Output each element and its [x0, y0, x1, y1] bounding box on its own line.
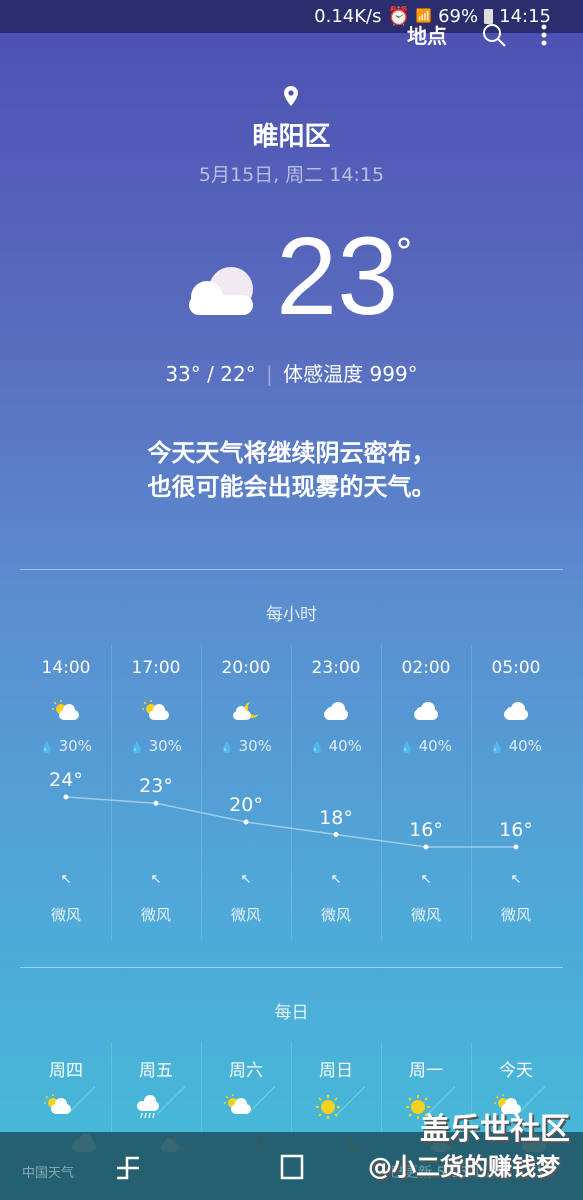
watermark-author: @小二货的赚钱梦 — [368, 1153, 560, 1181]
divider — [20, 967, 563, 968]
sun-icon — [313, 1094, 343, 1124]
temp-point — [153, 800, 159, 806]
home-button[interactable] — [280, 1154, 304, 1180]
partly-sunny-icon — [223, 1094, 253, 1120]
rain-icon — [133, 1094, 163, 1124]
day-label: 周六 — [229, 1061, 263, 1081]
day-label: 周一 — [409, 1061, 443, 1081]
watermark-title: 盖乐世社区 — [420, 1112, 570, 1147]
day-label: 周五 — [139, 1061, 173, 1081]
day-label: 周日 — [319, 1061, 353, 1081]
recent-apps-button[interactable] — [115, 1154, 141, 1180]
daily-title: 每日 — [274, 1003, 309, 1023]
temp-point — [63, 794, 69, 800]
temp-point — [423, 844, 429, 850]
temp-trend-line — [65, 796, 516, 848]
temp-point — [243, 819, 249, 825]
partly-sunny-icon — [43, 1094, 73, 1120]
provider-logo: 中国天气 — [22, 1166, 75, 1181]
temp-point — [333, 832, 339, 837]
day-label: 周四 — [49, 1061, 83, 1081]
temp-point — [513, 844, 519, 850]
day-label: 今天 — [499, 1061, 533, 1081]
